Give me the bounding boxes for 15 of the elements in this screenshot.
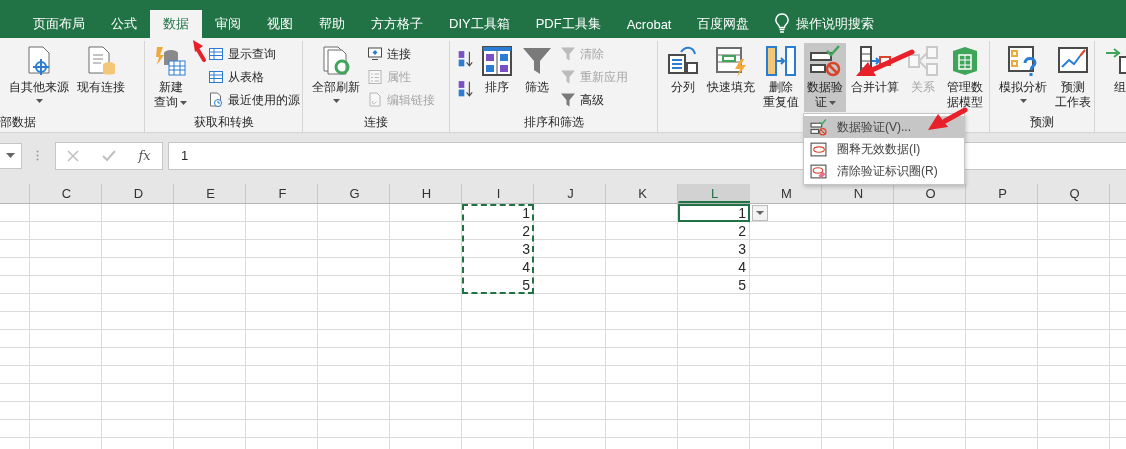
group-label: 获取和转换: [193, 115, 254, 129]
group-label: 连接: [364, 115, 388, 129]
group-label: 部数据: [0, 115, 36, 129]
table-cell-text: 5: [521, 276, 531, 294]
group-label: 预测: [1030, 115, 1054, 129]
table-cell-text: 3: [737, 240, 747, 258]
table-cell-text: 3: [521, 240, 531, 258]
table-cell-text: 2: [737, 222, 747, 240]
group-label: 排序和筛选: [523, 115, 584, 129]
table-cell-text: 4: [737, 258, 747, 276]
table-cell-text: 1: [521, 204, 531, 222]
table-cell-text: 4: [521, 258, 531, 276]
table-cell-text: 5: [737, 276, 747, 294]
active-cell: 1: [678, 204, 750, 222]
table-cell-text: 2: [521, 222, 531, 240]
